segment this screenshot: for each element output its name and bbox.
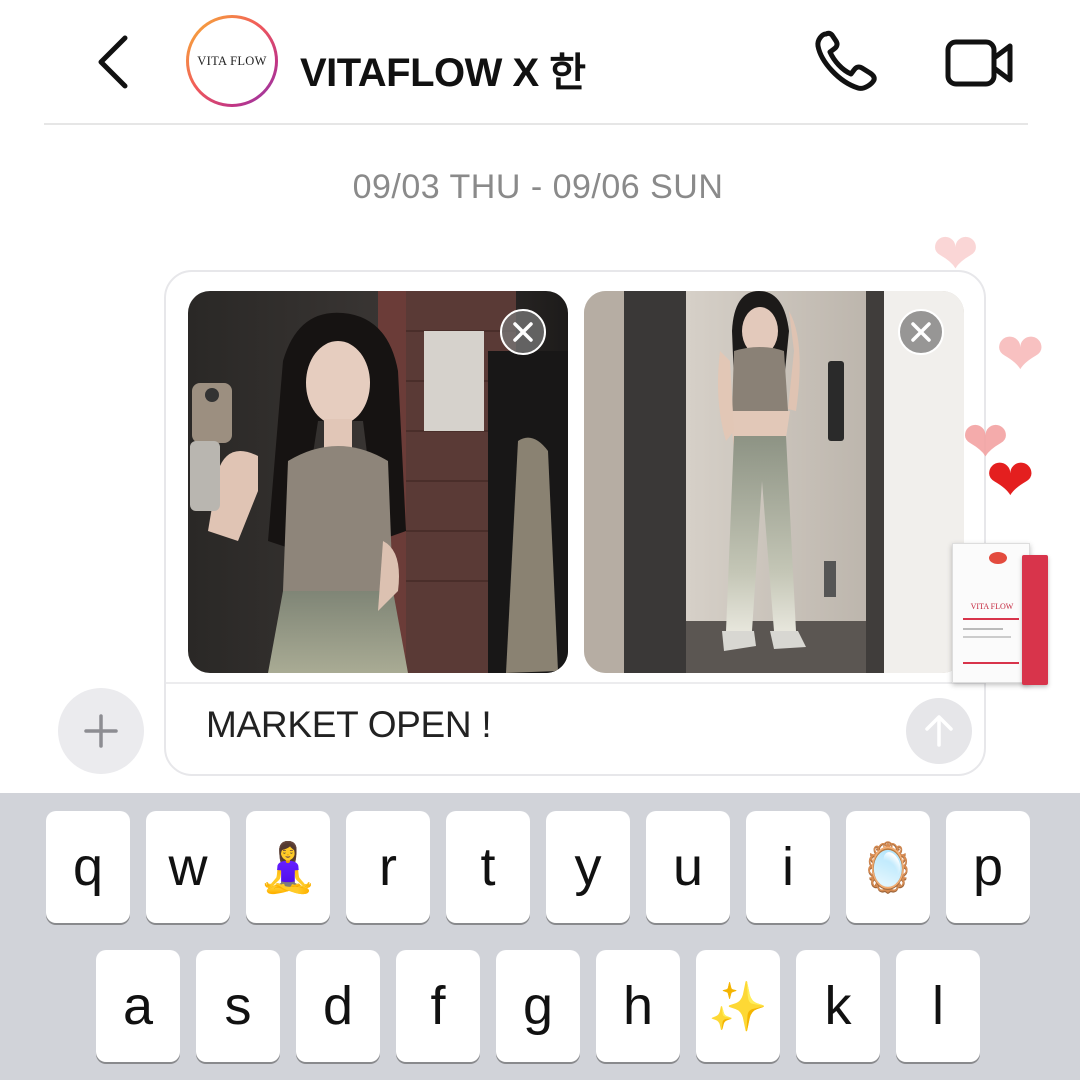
call-button[interactable] (812, 28, 882, 94)
product-text-line (963, 618, 1019, 620)
chat-title[interactable]: VITAFLOW X 한 (300, 40, 586, 98)
key-r[interactable]: r (346, 811, 430, 923)
key-label: g (522, 976, 554, 1036)
video-call-button[interactable] (944, 32, 1016, 92)
key-emoji[interactable]: 🧘‍♀️ (246, 811, 330, 923)
key-label: f (430, 976, 446, 1036)
message-composer: MARKET OPEN ! (164, 270, 986, 776)
header-divider (44, 123, 1028, 125)
key-g[interactable]: g (496, 950, 580, 1062)
key-u[interactable]: u (646, 811, 730, 923)
key-y[interactable]: y (546, 811, 630, 923)
key-p[interactable]: p (946, 811, 1030, 923)
product-badge (989, 552, 1007, 564)
message-input[interactable]: MARKET OPEN ! (206, 704, 492, 746)
send-button[interactable] (906, 698, 972, 764)
back-button[interactable] (88, 30, 138, 94)
product-text-line (963, 636, 1011, 638)
key-emoji-label: 🧘‍♀️ (258, 841, 318, 895)
key-emoji[interactable]: ✨ (696, 950, 780, 1062)
add-attachment-button[interactable] (58, 688, 144, 774)
product-box: VITA FLOW (952, 543, 1030, 683)
avatar[interactable]: VITA FLOW (186, 15, 278, 107)
plus-icon (84, 714, 118, 748)
remove-attachment-2-button[interactable] (898, 309, 944, 355)
key-w[interactable]: w (146, 811, 230, 923)
key-label: d (322, 976, 354, 1036)
arrow-up-icon (925, 715, 953, 747)
key-label: q (72, 837, 104, 897)
key-label: k (824, 976, 852, 1036)
key-label: r (379, 837, 397, 897)
key-label: w (168, 837, 208, 897)
key-emoji-label: ✨ (708, 980, 768, 1034)
attachment-photo-1[interactable] (188, 291, 568, 673)
heart-icon: ❤ (986, 448, 1035, 513)
key-q[interactable]: q (46, 811, 130, 923)
composer-divider (166, 682, 984, 684)
product-brand-text: VITA FLOW (970, 602, 1014, 611)
key-a[interactable]: a (96, 950, 180, 1062)
key-emoji-label: 🪞 (858, 841, 918, 895)
product-stick-pack (1022, 555, 1048, 685)
product-sticker: VITA FLOW (952, 543, 1050, 685)
attachment-photo-2[interactable] (584, 291, 964, 673)
chevron-left-icon (98, 35, 128, 89)
heart-icon: ❤ (932, 222, 979, 285)
key-label: y (574, 837, 602, 897)
chat-header: VITA FLOW VITAFLOW X 한 (0, 0, 1080, 125)
key-s[interactable]: s (196, 950, 280, 1062)
key-label: i (782, 837, 794, 897)
key-l[interactable]: l (896, 950, 980, 1062)
key-f[interactable]: f (396, 950, 480, 1062)
remove-attachment-1-button[interactable] (500, 309, 546, 355)
video-camera-icon (945, 39, 1013, 87)
key-label: a (122, 976, 154, 1036)
key-emoji[interactable]: 🪞 (846, 811, 930, 923)
key-label: p (972, 837, 1004, 897)
key-label: s (224, 976, 252, 1036)
key-h[interactable]: h (596, 950, 680, 1062)
heart-icon: ❤ (996, 322, 1045, 387)
key-label: u (672, 837, 704, 897)
key-i[interactable]: i (746, 811, 830, 923)
key-d[interactable]: d (296, 950, 380, 1062)
close-icon (513, 322, 533, 342)
avatar-logo-text: VITA FLOW (197, 53, 267, 68)
keyboard: q w 🧘‍♀️ r t y u i 🪞 p a s d f g h ✨ k l (0, 793, 1080, 1080)
key-label: l (932, 976, 944, 1036)
phone-icon (815, 30, 877, 91)
date-range-label: 09/03 THU - 09/06 SUN (352, 168, 724, 206)
product-text-line (963, 662, 1019, 664)
close-icon (911, 322, 931, 342)
key-label: h (622, 976, 654, 1036)
key-label: t (480, 837, 496, 897)
key-k[interactable]: k (796, 950, 880, 1062)
product-text-line (963, 628, 1003, 630)
key-t[interactable]: t (446, 811, 530, 923)
